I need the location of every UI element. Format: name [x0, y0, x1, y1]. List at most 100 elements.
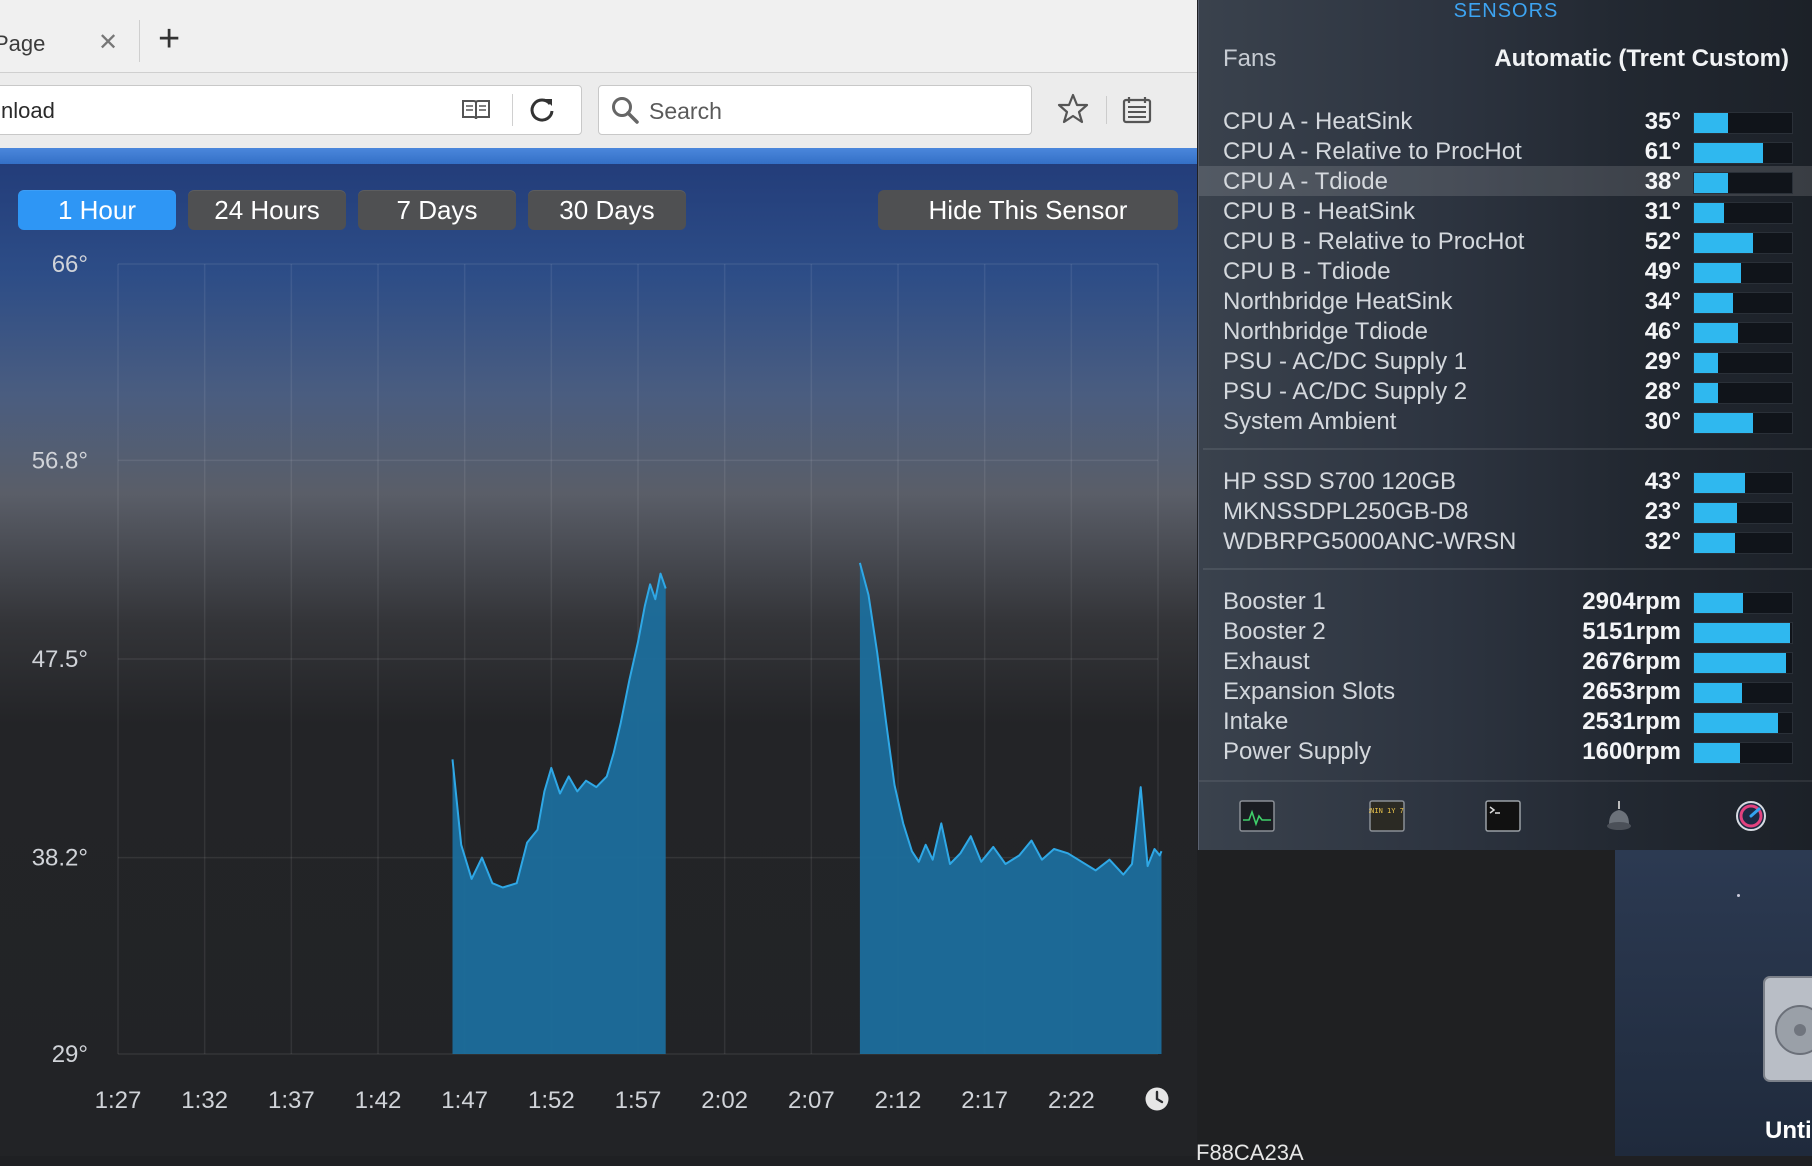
chart-area-segment	[859, 562, 1162, 1054]
sensor-level-bar	[1693, 292, 1793, 314]
sensor-row[interactable]: Booster 2 5151rpm	[1199, 616, 1812, 646]
sensor-row[interactable]: CPU B - Relative to ProcHot 52°	[1199, 226, 1812, 256]
desktop-disk-label: Unti	[1765, 1117, 1812, 1144]
y-tick-label: 47.5°	[32, 646, 88, 673]
x-tick-label: 2:02	[701, 1087, 748, 1114]
sensor-name: WDBRPG5000ANC-WRSN	[1223, 528, 1517, 555]
x-tick-label: 1:32	[181, 1087, 228, 1114]
sensor-value: 43°	[1644, 468, 1681, 495]
sensor-value: 32°	[1644, 528, 1681, 555]
disk-utility-icon[interactable]	[1601, 800, 1637, 832]
sensor-row[interactable]: Power Supply 1600rpm	[1199, 736, 1812, 766]
sensor-row[interactable]: CPU B - Tdiode 49°	[1199, 256, 1812, 286]
sensor-row[interactable]: MKNSSDPL250GB-D8 23°	[1199, 496, 1812, 526]
fans-mode-label: Fans	[1223, 45, 1277, 72]
sensor-level-fill	[1694, 593, 1743, 613]
sensor-row[interactable]: PSU - AC/DC Supply 2 28°	[1199, 376, 1812, 406]
sensor-row[interactable]: Intake 2531rpm	[1199, 706, 1812, 736]
fans-mode-value[interactable]: Automatic (Trent Custom)	[1494, 45, 1789, 73]
sensor-level-fill	[1694, 623, 1790, 643]
sensor-level-fill	[1694, 503, 1737, 523]
sensor-level-fill	[1694, 533, 1735, 553]
sensor-level-fill	[1694, 743, 1740, 763]
sensor-level-fill	[1694, 683, 1742, 703]
sensor-name: Exhaust	[1223, 648, 1310, 675]
browser-window: Page ✕ + nload Search 1 Hour 24 Hours 7 …	[0, 0, 1197, 1156]
sensor-level-fill	[1694, 173, 1728, 193]
sensor-name: Intake	[1223, 708, 1289, 735]
sensor-value: 2676rpm	[1582, 648, 1681, 675]
sensor-row[interactable]: CPU B - HeatSink 31°	[1199, 196, 1812, 226]
console-icon[interactable]: WARNIN 1Y 7:36	[1369, 800, 1405, 832]
sensor-name: CPU A - Tdiode	[1223, 168, 1388, 195]
sensor-row[interactable]: Exhaust 2676rpm	[1199, 646, 1812, 676]
sensor-row[interactable]: Northbridge HeatSink 34°	[1199, 286, 1812, 316]
sensor-name: PSU - AC/DC Supply 2	[1223, 378, 1468, 405]
sensor-row[interactable]: Northbridge Tdiode 46°	[1199, 316, 1812, 346]
sensor-name: Northbridge Tdiode	[1223, 318, 1429, 345]
istat-menus-icon[interactable]	[1733, 800, 1769, 832]
terminal-icon[interactable]	[1485, 800, 1521, 832]
sensor-name: CPU B - Tdiode	[1223, 258, 1391, 285]
sensor-level-fill	[1694, 353, 1718, 373]
sensor-row[interactable]: CPU A - HeatSink 35°	[1199, 106, 1812, 136]
sensor-row[interactable]: Booster 1 2904rpm	[1199, 586, 1812, 616]
sensor-name: Power Supply	[1223, 738, 1372, 765]
sensor-name: Booster 2	[1223, 618, 1326, 645]
sensor-level-fill	[1694, 143, 1763, 163]
x-tick-label: 2:07	[788, 1087, 835, 1114]
sensor-value: 28°	[1644, 378, 1681, 405]
sensor-row[interactable]: WDBRPG5000ANC-WRSN 32°	[1199, 526, 1812, 556]
sensor-level-fill	[1694, 203, 1724, 223]
sensor-level-fill	[1694, 293, 1733, 313]
panel-title: SENSORS	[1453, 0, 1559, 22]
sensor-level-fill	[1694, 383, 1718, 403]
hard-disk-icon[interactable]	[1760, 975, 1812, 1085]
panel-toolbar: WARNIN 1Y 7:36	[1199, 780, 1812, 850]
sensor-value: 5151rpm	[1582, 618, 1681, 645]
sensor-value: 2904rpm	[1582, 588, 1681, 615]
sensor-value: 29°	[1644, 348, 1681, 375]
section-divider	[1203, 568, 1812, 570]
sensor-level-fill	[1694, 323, 1738, 343]
sensor-row[interactable]: System Ambient 30°	[1199, 406, 1812, 436]
activity-monitor-icon[interactable]	[1239, 800, 1275, 832]
sensor-level-fill	[1694, 263, 1741, 283]
sensor-value: 52°	[1644, 228, 1681, 255]
sensor-name: CPU A - Relative to ProcHot	[1223, 138, 1522, 165]
chart-line-segment	[858, 562, 1163, 876]
sensor-level-fill	[1694, 233, 1753, 253]
sensor-row[interactable]: PSU - AC/DC Supply 1 29°	[1199, 346, 1812, 376]
sensor-level-bar	[1693, 712, 1793, 734]
sensor-name: CPU B - HeatSink	[1223, 198, 1416, 225]
sensor-row[interactable]: Expansion Slots 2653rpm	[1199, 676, 1812, 706]
sensor-row[interactable]: CPU A - Relative to ProcHot 61°	[1199, 136, 1812, 166]
sensor-row[interactable]: CPU A - Tdiode 38°	[1199, 166, 1812, 196]
x-tick-label: 1:27	[95, 1087, 142, 1114]
sensor-value: 30°	[1644, 408, 1681, 435]
sensor-name: CPU A - HeatSink	[1223, 108, 1413, 135]
sensor-value: 23°	[1644, 498, 1681, 525]
sensor-level-fill	[1694, 473, 1745, 493]
sensor-level-fill	[1694, 113, 1728, 133]
sensor-value: 31°	[1644, 198, 1681, 225]
sensor-level-bar	[1693, 142, 1793, 164]
sensor-value: 34°	[1644, 288, 1681, 315]
sensor-level-bar	[1693, 472, 1793, 494]
wallpaper-star	[1737, 894, 1740, 897]
clock-icon[interactable]	[1144, 1086, 1170, 1112]
sensor-value: 2653rpm	[1582, 678, 1681, 705]
sensor-level-fill	[1694, 653, 1786, 673]
desktop-area	[1198, 850, 1615, 1156]
x-tick-label: 1:37	[268, 1087, 315, 1114]
sensor-level-bar	[1693, 412, 1793, 434]
sensor-value: 61°	[1644, 138, 1681, 165]
sensor-level-bar	[1693, 262, 1793, 284]
sensor-level-bar	[1693, 322, 1793, 344]
sensor-row[interactable]: HP SSD S700 120GB 43°	[1199, 466, 1812, 496]
x-tick-label: 2:17	[961, 1087, 1008, 1114]
sensor-name: PSU - AC/DC Supply 1	[1223, 348, 1468, 375]
sensor-level-bar	[1693, 352, 1793, 374]
sensor-name: Northbridge HeatSink	[1223, 288, 1453, 315]
sensor-level-bar	[1693, 172, 1793, 194]
